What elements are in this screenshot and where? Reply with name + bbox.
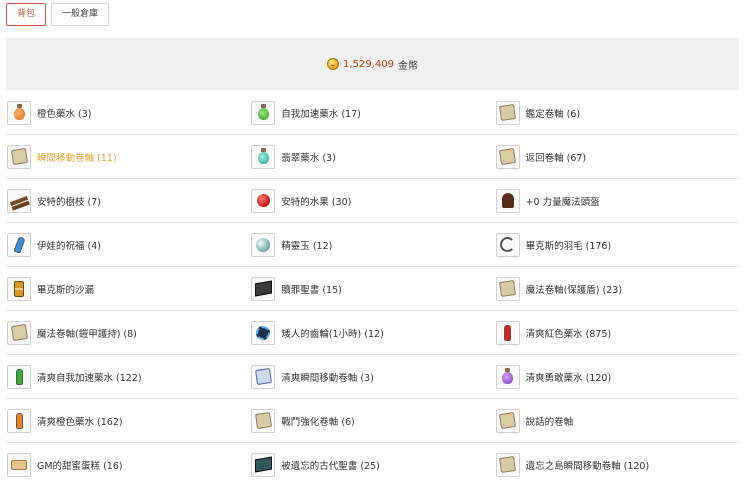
inventory-item[interactable]: 清爽橙色藥水 (162) [6,399,250,442]
inventory-item[interactable]: 矮人的齒輪(1小時) (12) [250,311,494,354]
inventory-item-label: 鑑定卷軸 (6) [525,108,581,120]
scroll-icon [495,276,520,301]
inventory-item-label: 說話的卷軸 [525,416,574,428]
inventory-item-label: 翡翠藥水 (3) [281,152,336,164]
gear-icon [251,320,276,345]
inventory-row: 清爽自我加速藥水 (122) 清爽瞬間移動卷軸 (3) 清爽勇敢藥水 (120) [6,355,739,399]
scroll-icon [251,408,276,433]
inventory-item-label: 精靈玉 (12) [281,240,333,252]
inventory-item[interactable]: 戰鬥強化卷軸 (6) [250,399,494,442]
inventory-row: 橙色藥水 (3) 自我加速藥水 (17) 鑑定卷軸 (6) [6,91,739,135]
inventory-item[interactable]: 翡翠藥水 (3) [250,135,494,178]
inventory-row: GM的甜蜜蛋糕 (16) 被遺忘的古代聖書 (25) 遺忘之島瞬間移動卷軸 (120… [6,443,739,484]
inventory-item-label: 清爽橙色藥水 (162) [37,416,123,428]
inventory-item[interactable]: 返回卷軸 (67) [495,135,739,178]
blue-vial-icon [7,232,31,257]
purple-potion-icon [495,364,520,389]
inventory-item[interactable]: 畢克斯的羽毛 (176) [495,223,739,266]
scroll-icon [495,408,520,433]
inventory-item[interactable]: 清爽瞬間移動卷軸 (3) [250,355,494,398]
inventory-item-label: 戰鬥強化卷軸 (6) [281,416,355,428]
inventory-item[interactable]: 魔法卷軸(鎧甲護持) (8) [6,311,250,354]
tab-bar: 背包 一般倉庫 [6,3,110,26]
inventory-item[interactable]: 被遺忘的古代聖書 (25) [250,443,494,484]
inventory-row: 伊娃的祝福 (4) 精靈玉 (12) 畢克斯的羽毛 (176) [6,223,739,267]
tab-backpack[interactable]: 背包 [6,3,47,26]
inventory-item-label: 安特的樹枝 (7) [37,196,101,208]
inventory-row: 畢克斯的沙漏 贖罪聖書 (15) 魔法卷軸(保護盾) (23) [6,267,739,311]
inventory-item-label: 清爽紅色藥水 (875) [525,328,612,340]
tab-general-warehouse[interactable]: 一般倉庫 [51,3,110,26]
inventory-row: 瞬間移動卷軸 (11) 翡翠藥水 (3) 返回卷軸 (67) [6,135,739,179]
inventory-item[interactable]: 自我加速藥水 (17) [250,91,494,134]
twig-icon [7,188,31,213]
inventory-item[interactable]: +0 力量魔法頭盔 [495,179,739,222]
inventory-item-label: 贖罪聖書 (15) [281,284,342,296]
blue-scroll-icon [251,364,276,389]
inventory-item-label: 清爽自我加速藥水 (122) [37,372,142,384]
inventory-item[interactable]: 鑑定卷軸 (6) [495,91,739,134]
inventory-item-label: 遺忘之島瞬間移動卷軸 (120) [525,460,650,472]
inventory-item-label: 矮人的齒輪(1小時) (12) [281,328,384,340]
red-vial-icon [495,320,520,345]
apple-icon [251,188,276,213]
inventory-item-label: 伊娃的祝福 (4) [37,240,101,252]
inventory-item-label: 清爽瞬間移動卷軸 (3) [281,372,374,384]
inventory-item-label: GM的甜蜜蛋糕 (16) [37,460,123,472]
hourglass-icon [7,276,31,301]
feather-ring-icon [495,232,520,257]
inventory-item-label: 瞬間移動卷軸 (11) [37,152,117,164]
inventory-item[interactable]: 清爽紅色藥水 (875) [495,311,739,354]
cake-icon [7,452,31,477]
orange-vial-icon [7,408,31,433]
inventory-item-label: 畢克斯的沙漏 [37,284,95,296]
inventory-item[interactable]: GM的甜蜜蛋糕 (16) [6,443,250,484]
inventory-item-label: +0 力量魔法頭盔 [525,196,600,208]
inventory-item-label: 畢克斯的羽毛 (176) [525,240,612,252]
inventory-grid: 橙色藥水 (3) 自我加速藥水 (17) 鑑定卷軸 (6) 瞬間移動卷軸 (11) 翡翠… [6,91,739,484]
green-vial-icon [7,364,31,389]
green-potion-icon [251,100,276,125]
inventory-item-label: 自我加速藥水 (17) [281,108,361,120]
inventory-item[interactable]: 安特的水果 (30) [250,179,494,222]
book-icon [251,276,276,301]
scroll-icon [495,452,520,477]
orange-potion-icon [7,100,31,125]
inventory-item[interactable]: 遺忘之島瞬間移動卷軸 (120) [495,443,739,484]
inventory-item-label: 被遺忘的古代聖書 (25) [281,460,380,472]
scroll-icon [495,100,520,125]
inventory-item-label: 返回卷軸 (67) [525,152,587,164]
teal-potion-icon [251,144,276,169]
inventory-item[interactable]: 伊娃的祝福 (4) [6,223,250,266]
inventory-item[interactable]: 橙色藥水 (3) [6,91,250,134]
inventory-item[interactable]: 魔法卷軸(保護盾) (23) [495,267,739,310]
inventory-item-label: 魔法卷軸(保護盾) (23) [525,284,623,296]
inventory-item[interactable]: 精靈玉 (12) [250,223,494,266]
scroll-icon [7,144,31,169]
inventory-item[interactable]: 畢克斯的沙漏 [6,267,250,310]
teal-book-icon [251,452,276,477]
inventory-item-label: 橙色藥水 (3) [37,108,92,120]
orb-icon [251,232,276,257]
inventory-item[interactable]: 清爽勇敢藥水 (120) [495,355,739,398]
inventory-row: 清爽橙色藥水 (162) 戰鬥強化卷軸 (6) 說話的卷軸 [6,399,739,443]
inventory-item[interactable]: 安特的樹枝 (7) [6,179,250,222]
inventory-item-label: 清爽勇敢藥水 (120) [525,372,612,384]
gold-amount: 1,529,409 [343,58,394,70]
inventory-item[interactable]: 瞬間移動卷軸 (11) [6,135,250,178]
inventory-item[interactable]: 說話的卷軸 [495,399,739,442]
gold-unit: 金幣 [397,60,418,72]
scroll-icon [495,144,520,169]
scroll-icon [7,320,31,345]
gold-coin-icon [327,58,340,70]
inventory-item[interactable]: 清爽自我加速藥水 (122) [6,355,250,398]
inventory-row: 安特的樹枝 (7) 安特的水果 (30) +0 力量魔法頭盔 [6,179,739,223]
gold-balance: 1,529,409 金幣 [6,38,739,90]
inventory-row: 魔法卷軸(鎧甲護持) (8) 矮人的齒輪(1小時) (12) 清爽紅色藥水 (875… [6,311,739,355]
helmet-icon [495,188,520,213]
inventory-item-label: 魔法卷軸(鎧甲護持) (8) [37,328,137,340]
inventory-item[interactable]: 贖罪聖書 (15) [250,267,494,310]
inventory-item-label: 安特的水果 (30) [281,196,352,208]
